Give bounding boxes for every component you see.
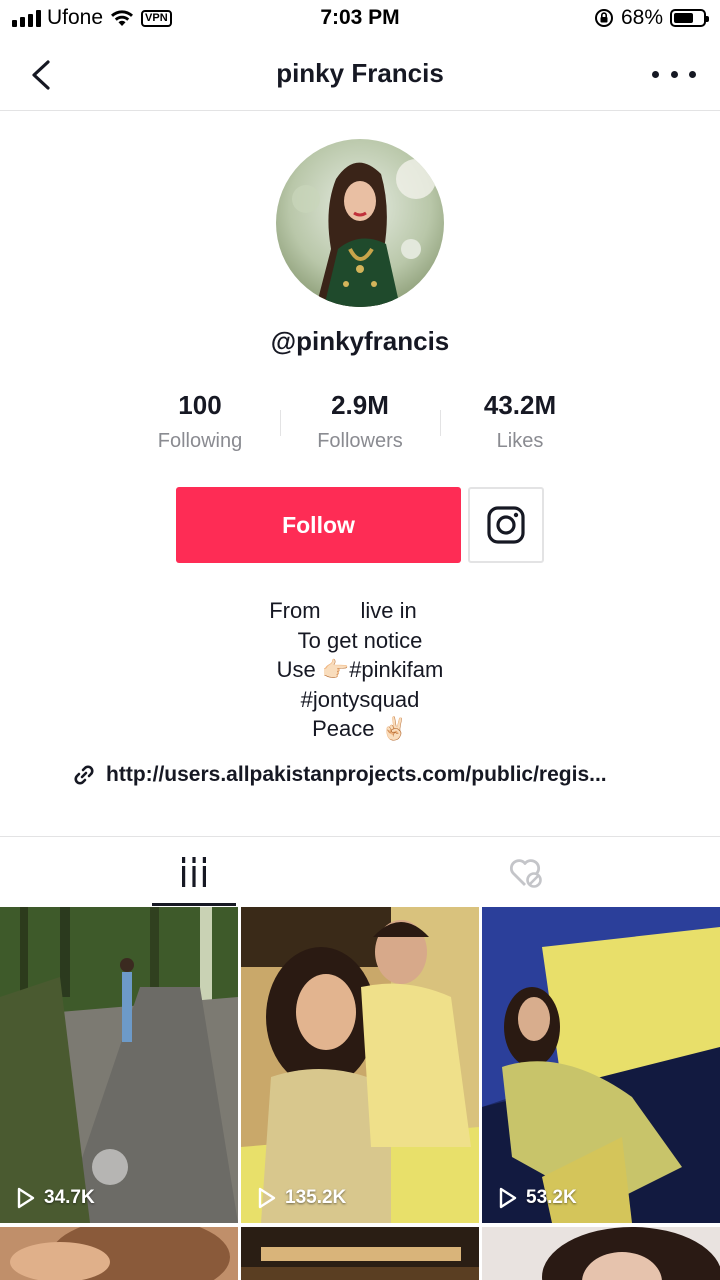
- following-label: Following: [157, 430, 243, 452]
- username: @pinkyfrancis: [270, 326, 450, 356]
- followers-label: Followers: [317, 430, 403, 452]
- bio-line: From live in: [0, 596, 720, 626]
- tab-liked[interactable]: [346, 837, 706, 907]
- battery-icon: [670, 9, 709, 27]
- following-count: 100: [178, 390, 222, 420]
- avatar-photo: [276, 139, 444, 307]
- orientation-lock-icon: [594, 9, 613, 27]
- battery-percent: 68%: [620, 6, 663, 29]
- view-count-text: 135.2K: [285, 1187, 347, 1208]
- page-title: pinky Francis: [276, 58, 444, 88]
- hashtag-jontysquad: #jontysquad: [300, 686, 420, 712]
- video-grid: 34.7K 135.2K 53.2K: [0, 907, 720, 1280]
- hashtag-pinkifam: #pinkifam: [349, 657, 444, 682]
- more-dots-icon: [652, 70, 659, 78]
- likes-label: Likes: [496, 430, 544, 452]
- bio-text: Use: [276, 657, 316, 682]
- likes-count: 43.2M: [483, 390, 557, 420]
- peace-hand-icon: ✌🏻: [380, 716, 408, 741]
- video-thumbnail-image: [482, 1227, 720, 1280]
- pakistan-flag-icon: [327, 602, 355, 620]
- bio-text: Peace: [312, 716, 375, 741]
- bio-line: Peace ✌🏻: [0, 714, 720, 744]
- more-options-button[interactable]: [652, 62, 696, 86]
- stat-likes: 43.2M Likes: [440, 388, 600, 453]
- view-count-text: 53.2K: [526, 1187, 577, 1208]
- video-thumbnail-image: [0, 1227, 238, 1280]
- pointing-hand-icon: 👉🏻: [321, 657, 350, 682]
- play-icon: [258, 1187, 276, 1209]
- profile-tabs: [0, 836, 720, 906]
- stat-following[interactable]: 100 Following: [120, 388, 280, 453]
- uae-flag-icon: [423, 602, 451, 620]
- video-thumbnail-image: [482, 907, 720, 1223]
- video-thumbnail-image: [241, 1227, 479, 1280]
- video-thumbnail[interactable]: [0, 1227, 238, 1280]
- stat-followers[interactable]: 2.9M Followers: [280, 388, 440, 453]
- link-icon: [74, 765, 94, 785]
- bio: From live in To get notice Use 👉🏻 #pinkifa…: [0, 596, 720, 744]
- view-count: 53.2K: [498, 1187, 577, 1209]
- bio-text: live in: [360, 598, 417, 623]
- instagram-button[interactable]: [468, 487, 544, 563]
- status-right: 68%: [594, 6, 709, 30]
- followers-count: 2.9M: [331, 390, 389, 420]
- video-thumbnail[interactable]: [482, 1227, 720, 1280]
- follow-button[interactable]: Follow: [176, 487, 461, 563]
- play-icon: [499, 1187, 517, 1209]
- liked-hidden-heart-icon: [509, 859, 542, 888]
- video-thumbnail-image: [0, 907, 238, 1223]
- tab-videos[interactable]: [14, 837, 374, 907]
- play-icon: [17, 1187, 35, 1209]
- video-thumbnail[interactable]: 135.2K: [241, 907, 479, 1223]
- bio-line: To get notice: [297, 627, 423, 653]
- bio-line: Use 👉🏻 #pinkifam: [0, 655, 720, 685]
- battery-fill: [674, 13, 694, 23]
- view-count-text: 34.7K: [44, 1187, 95, 1208]
- instagram-icon: [487, 506, 525, 544]
- videos-grid-icon: [182, 857, 206, 887]
- bio-text: From: [269, 598, 321, 623]
- video-thumbnail-image: [241, 907, 479, 1223]
- bio-link[interactable]: http://users.allpakistanprojects.com/pub…: [72, 760, 607, 790]
- profile-header: pinky Francis: [0, 36, 720, 111]
- bio-link-text[interactable]: http://users.allpakistanprojects.com/pub…: [106, 763, 607, 787]
- view-count: 135.2K: [257, 1187, 346, 1209]
- view-count: 34.7K: [16, 1187, 95, 1209]
- active-tab-indicator: [152, 903, 236, 906]
- avatar[interactable]: [276, 139, 444, 307]
- status-bar: Ufone VPN 7:03 PM 68%: [0, 0, 720, 36]
- video-thumbnail[interactable]: 34.7K: [0, 907, 238, 1223]
- video-thumbnail[interactable]: 53.2K: [482, 907, 720, 1223]
- video-thumbnail[interactable]: [241, 1227, 479, 1280]
